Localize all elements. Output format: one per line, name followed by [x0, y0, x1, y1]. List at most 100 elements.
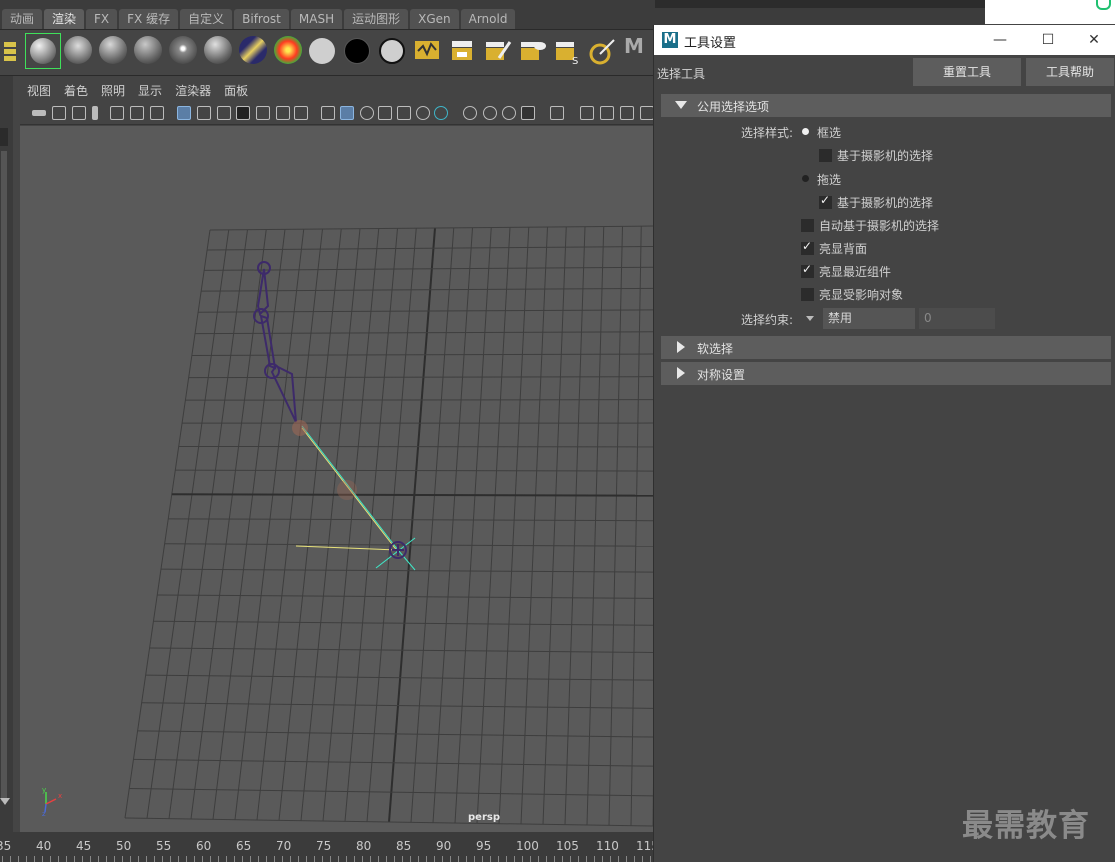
- material-sphere-icon[interactable]: [25, 33, 61, 69]
- render-view-icon[interactable]: [413, 36, 443, 66]
- black-sphere-icon[interactable]: [344, 38, 370, 64]
- clapper-brush-icon[interactable]: [483, 36, 513, 66]
- shelf-tab[interactable]: FX 缓存: [119, 9, 179, 29]
- lights-icon[interactable]: [416, 106, 430, 120]
- timeline-tick: [106, 856, 107, 862]
- bookmark-icon[interactable]: [72, 106, 86, 120]
- shelf-tab[interactable]: MASH: [290, 9, 343, 29]
- clapper-eye-icon[interactable]: [518, 36, 548, 66]
- xray-icon[interactable]: [580, 106, 594, 120]
- antialias-icon[interactable]: [502, 106, 516, 120]
- shelf-tab[interactable]: FX: [86, 9, 118, 29]
- timeline-tick: [258, 856, 259, 862]
- left-scrollbar[interactable]: [1, 151, 7, 801]
- outlined-sphere-icon[interactable]: [379, 38, 405, 64]
- textured-icon[interactable]: [378, 106, 392, 120]
- drag-camera-checkbox[interactable]: ✓: [819, 193, 832, 209]
- maya-m-icon[interactable]: M: [624, 34, 654, 64]
- dropdown-arrow-icon[interactable]: [806, 316, 814, 321]
- timeline-tick: [90, 856, 91, 862]
- shelf-tab[interactable]: 自定义: [180, 9, 233, 29]
- section-common-selection[interactable]: 公用选择选项: [661, 94, 1111, 117]
- marquee-camera-checkbox[interactable]: [819, 149, 832, 162]
- menu-shading[interactable]: 着色: [64, 82, 88, 99]
- 2d-pan-icon[interactable]: [150, 106, 164, 120]
- toggle-hud-icon[interactable]: [640, 106, 654, 120]
- auto-camera-checkbox[interactable]: [801, 219, 814, 232]
- shelf-tab[interactable]: Bifrost: [234, 9, 289, 29]
- grid-toggle-icon[interactable]: [177, 106, 191, 120]
- tool-slot[interactable]: [0, 128, 8, 146]
- material-sphere-icon[interactable]: [64, 36, 92, 64]
- tool-help-button[interactable]: 工具帮助: [1026, 58, 1114, 86]
- highlight-backfaces-checkbox[interactable]: ✓: [801, 239, 814, 255]
- section-symmetry[interactable]: 对称设置: [661, 362, 1111, 385]
- smooth-shade-icon[interactable]: [340, 106, 354, 120]
- menu-renderer[interactable]: 渲染器: [175, 82, 211, 99]
- timeline-tick: [162, 856, 163, 862]
- xray-components-icon[interactable]: [620, 106, 634, 120]
- camera-attr-icon[interactable]: [52, 106, 66, 120]
- constraint-number-field[interactable]: 0: [919, 308, 995, 329]
- shelf-tab-active[interactable]: 渲染: [44, 9, 85, 29]
- motion-blur-icon[interactable]: [483, 106, 497, 120]
- timeline-tick: [434, 856, 435, 862]
- material-sphere-icon[interactable]: [169, 36, 197, 64]
- time-slider[interactable]: 35404550556065707580859095100105110115: [0, 832, 675, 862]
- depth-of-field-icon[interactable]: [521, 106, 535, 120]
- menu-show[interactable]: 显示: [138, 82, 162, 99]
- film-gate-icon[interactable]: [197, 106, 211, 120]
- shelf-tab[interactable]: 动画: [2, 9, 43, 29]
- ramp-sphere-icon[interactable]: [274, 36, 302, 64]
- safe-title-icon[interactable]: [294, 106, 308, 120]
- shelf-tab[interactable]: 运动图形: [344, 9, 409, 29]
- timeline-tick: [306, 856, 307, 862]
- menu-lighting[interactable]: 照明: [101, 82, 125, 99]
- gate-mask-icon[interactable]: [236, 106, 250, 120]
- highlight-nearest-checkbox[interactable]: ✓: [801, 262, 814, 278]
- menu-view[interactable]: 视图: [27, 82, 51, 99]
- clapper-s-icon[interactable]: S: [553, 36, 583, 67]
- timeline-tick: [610, 856, 611, 862]
- scroll-down-icon[interactable]: [0, 798, 10, 805]
- close-button[interactable]: ✕: [1079, 30, 1109, 50]
- resolution-gate-icon[interactable]: [217, 106, 231, 120]
- ssao-icon[interactable]: [463, 106, 477, 120]
- shelf-menu-icon[interactable]: [2, 40, 20, 64]
- xray-joints-icon[interactable]: [600, 106, 614, 120]
- stripe-sphere-icon[interactable]: [239, 36, 267, 64]
- joint-icon[interactable]: [337, 480, 357, 500]
- constraint-select[interactable]: 禁用: [823, 308, 915, 329]
- safe-action-icon[interactable]: [276, 106, 290, 120]
- pan-zoom-icon[interactable]: [130, 106, 144, 120]
- timeline-tick: [410, 856, 411, 862]
- shelf-tab[interactable]: Arnold: [460, 9, 516, 29]
- section-soft-selection[interactable]: 软选择: [661, 336, 1111, 359]
- wireframe-on-shaded-icon[interactable]: [360, 106, 374, 120]
- target-icon[interactable]: [588, 36, 618, 66]
- joint-icon[interactable]: [292, 420, 308, 436]
- grease-pencil-icon[interactable]: [110, 106, 124, 120]
- highlight-affected-checkbox[interactable]: [801, 288, 814, 301]
- shadows-icon[interactable]: [434, 106, 448, 120]
- field-chart-icon[interactable]: [256, 106, 270, 120]
- perspective-viewport[interactable]: y x z persp: [20, 126, 653, 832]
- image-plane-icon[interactable]: [92, 106, 98, 120]
- checker-icon[interactable]: [397, 106, 411, 120]
- material-sphere-icon[interactable]: [134, 36, 162, 64]
- maximize-button[interactable]: ☐: [1033, 30, 1063, 50]
- window-titlebar[interactable]: M 工具设置 — ☐ ✕: [654, 25, 1115, 55]
- reset-tool-button[interactable]: 重置工具: [913, 58, 1021, 86]
- shelf-tab[interactable]: XGen: [410, 9, 459, 29]
- minimize-button[interactable]: —: [985, 30, 1015, 50]
- isolate-select-icon[interactable]: [550, 106, 564, 120]
- clapper-icon[interactable]: [448, 36, 478, 66]
- material-sphere-icon[interactable]: [204, 36, 232, 64]
- wireframe-icon[interactable]: [321, 106, 335, 120]
- drag-radio[interactable]: [802, 175, 809, 182]
- marquee-radio[interactable]: [802, 128, 809, 135]
- menu-panels[interactable]: 面板: [224, 82, 248, 99]
- white-sphere-icon[interactable]: [309, 38, 335, 64]
- material-sphere-icon[interactable]: [99, 36, 127, 64]
- camera-icon[interactable]: [32, 110, 46, 116]
